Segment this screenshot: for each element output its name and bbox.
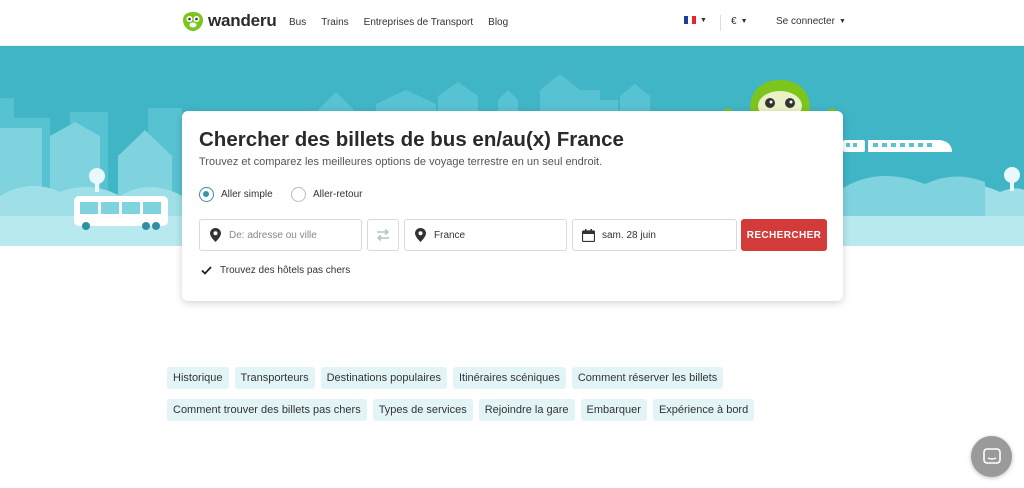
page-title: Chercher des billets de bus en/au(x) Fra…	[199, 128, 624, 151]
topic-chips-row-1: Historique Transporteurs Destinations po…	[167, 367, 724, 389]
one-way-label: Aller simple	[221, 189, 273, 200]
chip-experience[interactable]: Expérience à bord	[652, 399, 755, 421]
main-nav: Bus Trains Entreprises de Transport Blog	[289, 17, 508, 28]
round-trip-label: Aller-retour	[313, 189, 363, 200]
destination-field[interactable]: France	[404, 219, 567, 251]
chip-rejoindre-gare[interactable]: Rejoindre la gare	[478, 399, 575, 421]
location-pin-icon	[208, 228, 222, 242]
train-illustration	[843, 140, 952, 152]
chat-bubble-icon	[982, 447, 1001, 464]
nav-bus[interactable]: Bus	[289, 17, 306, 28]
login-button[interactable]: Se connecter ▼	[776, 16, 846, 27]
origin-input[interactable]	[229, 229, 349, 241]
login-label: Se connecter	[776, 16, 835, 27]
brand-name: wanderu	[208, 11, 277, 30]
page-subtitle: Trouvez et comparez les meilleures optio…	[199, 156, 603, 168]
chip-transporteurs[interactable]: Transporteurs	[234, 367, 315, 389]
header-divider	[720, 15, 721, 31]
chip-historique[interactable]: Historique	[167, 367, 229, 389]
wanderu-logo-icon	[183, 12, 203, 31]
calendar-icon	[581, 228, 595, 242]
location-pin-icon	[413, 228, 427, 242]
destination-value: France	[434, 229, 466, 241]
round-trip-radio[interactable]: Aller-retour	[291, 187, 362, 202]
chip-reserver[interactable]: Comment réserver les billets	[571, 367, 724, 389]
logo[interactable]: wanderu	[182, 10, 277, 32]
chip-embarquer[interactable]: Embarquer	[580, 399, 647, 421]
nav-carriers[interactable]: Entreprises de Transport	[364, 17, 474, 28]
one-way-radio[interactable]: Aller simple	[199, 187, 273, 202]
swap-arrows-icon	[376, 229, 390, 241]
chip-destinations[interactable]: Destinations populaires	[320, 367, 447, 389]
chip-types-services[interactable]: Types de services	[372, 399, 473, 421]
hotels-checkbox[interactable]: Trouvez des hôtels pas chers	[199, 263, 350, 277]
topic-chips-row-2: Comment trouver des billets pas chers Ty…	[167, 399, 755, 421]
france-flag-icon	[684, 16, 696, 24]
currency-label: €	[731, 16, 737, 27]
top-header: wanderu Bus Trains Entreprises de Transp…	[0, 0, 1024, 46]
currency-selector[interactable]: € ▼	[731, 16, 748, 27]
date-field[interactable]: sam. 28 juin	[572, 219, 737, 251]
chevron-down-icon: ▼	[700, 16, 707, 24]
language-selector[interactable]: ▼	[684, 16, 707, 24]
search-button[interactable]: RECHERCHER	[741, 219, 827, 251]
hotels-checkbox-label: Trouvez des hôtels pas chers	[220, 264, 351, 276]
chip-itineraires[interactable]: Itinéraires scéniques	[452, 367, 566, 389]
origin-field[interactable]	[199, 219, 362, 251]
chevron-down-icon: ▼	[740, 18, 748, 25]
checkmark-icon	[199, 263, 213, 277]
bus-illustration	[74, 196, 168, 230]
chip-billets-pas-chers[interactable]: Comment trouver des billets pas chers	[167, 399, 367, 421]
radio-unselected-icon	[291, 187, 306, 202]
nav-blog[interactable]: Blog	[488, 17, 508, 28]
swap-button[interactable]	[367, 219, 399, 251]
search-card: Chercher des billets de bus en/au(x) Fra…	[182, 111, 843, 301]
chevron-down-icon: ▼	[838, 18, 846, 25]
nav-trains[interactable]: Trains	[321, 17, 348, 28]
date-value: sam. 28 juin	[602, 229, 656, 241]
chat-button[interactable]	[971, 436, 1012, 477]
radio-selected-icon	[199, 187, 214, 202]
